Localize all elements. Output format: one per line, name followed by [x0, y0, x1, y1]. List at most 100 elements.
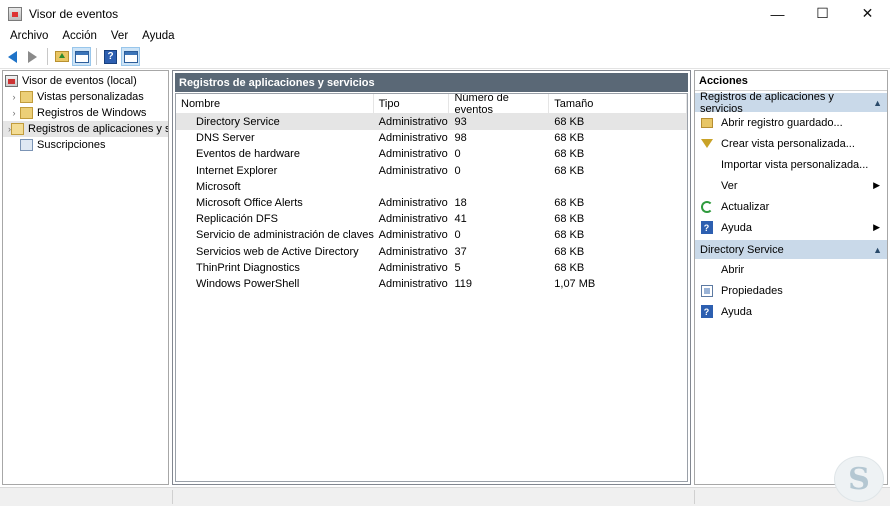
table-row[interactable]: Microsoft	[176, 179, 687, 195]
cell-tipo: Administrativo	[378, 245, 448, 258]
table-row[interactable]: Servicio de administración de claves Admi…	[176, 227, 687, 243]
menu-ver[interactable]: Ver	[104, 30, 135, 42]
table-row[interactable]: Microsoft Office Alerts Administrativo 18 6…	[176, 195, 687, 211]
submenu-arrow-icon: ▶	[873, 222, 880, 232]
section-label: Directory Service	[700, 243, 784, 256]
cell-nombre: Windows PowerShell	[196, 277, 300, 290]
menu-ayuda[interactable]: Ayuda	[135, 30, 181, 42]
help-icon-glyph: ?	[700, 221, 713, 234]
actions-section-registros[interactable]: Registros de aplicaciones y servicios ▲	[695, 91, 887, 115]
back-button[interactable]	[3, 47, 22, 66]
title-bar: Visor de eventos — ☐ ✕	[0, 0, 890, 27]
cell-nombre: Microsoft Office Alerts	[196, 197, 303, 210]
table-row[interactable]: Eventos de hardware Administrativo 0 68 KB	[176, 146, 687, 162]
help-icon: ?	[700, 305, 713, 318]
action-item-label: Ayuda	[721, 305, 752, 318]
cell-tipo: Administrativo	[378, 148, 448, 161]
maximize-button[interactable]: ☐	[800, 0, 845, 27]
actions-section-registros-items: Abrir registro guardado... Crear vista pe…	[695, 112, 887, 238]
icon-placeholder	[700, 158, 713, 171]
menu-accion[interactable]: Acción	[55, 30, 104, 42]
cell-nombre: Replicación DFS	[196, 213, 278, 226]
action-item-label: Abrir registro guardado...	[721, 116, 843, 129]
cell-tamano: 68 KB	[554, 164, 585, 177]
collapse-arrow-icon[interactable]: ▲	[873, 245, 882, 255]
table-row[interactable]: DNS Server Administrativo 98 68 KB	[176, 130, 687, 146]
action-item-importar-vista-personalizada[interactable]: Importar vista personalizada...	[695, 154, 887, 175]
table-row[interactable]: Internet Explorer Administrativo 0 68 KB	[176, 163, 687, 179]
action-item-actualizar[interactable]: Actualizar	[695, 196, 887, 217]
cell-nombre: Microsoft	[196, 180, 241, 193]
table-row[interactable]: Servicios web de Active Directory Adminis…	[176, 244, 687, 260]
column-tamano[interactable]: Tamaño	[549, 94, 687, 114]
cell-tipo: Administrativo	[378, 213, 448, 226]
cell-eventos: 98	[454, 132, 467, 145]
action-item-abrir[interactable]: Abrir	[695, 259, 887, 280]
cell-eventos: 0	[454, 229, 461, 242]
event-viewer-app-icon	[8, 6, 22, 21]
column-numero-eventos[interactable]: Número de eventos	[449, 94, 550, 116]
tree-item-registros-windows[interactable]: › Registros de Windows	[3, 105, 168, 121]
action-item-label: Actualizar	[721, 200, 770, 213]
cell-nombre: ThinPrint Diagnostics	[196, 261, 300, 274]
back-arrow-icon	[8, 50, 17, 63]
action-item-abrir-registro-guardado[interactable]: Abrir registro guardado...	[695, 112, 887, 133]
cell-eventos: 5	[454, 261, 461, 274]
action-item-crear-vista-personalizada[interactable]: Crear vista personalizada...	[695, 133, 887, 154]
tree-root[interactable]: Visor de eventos (local)	[3, 73, 168, 89]
collapse-arrow-icon[interactable]: ▲	[873, 98, 882, 108]
cell-nombre: Servicios web de Active Directory	[196, 245, 359, 258]
actions-section-directory-service[interactable]: Directory Service ▲	[695, 240, 887, 259]
action-item-propiedades[interactable]: Propiedades	[695, 280, 887, 301]
column-tipo[interactable]: Tipo	[374, 94, 450, 114]
cell-tamano: 1,07 MB	[554, 277, 596, 290]
subscriptions-icon	[20, 139, 33, 151]
close-button[interactable]: ✕	[845, 0, 890, 27]
action-item-label: Ver	[721, 179, 738, 192]
tree-item-label: Registros de Windows	[37, 107, 147, 119]
forward-button[interactable]	[23, 47, 42, 66]
column-nombre[interactable]: Nombre	[176, 94, 374, 114]
properties-icon-glyph	[700, 284, 713, 297]
table-row[interactable]: ThinPrint Diagnostics Administrativo 5 68 K…	[176, 260, 687, 276]
results-pane: Registros de aplicaciones y servicios No…	[172, 70, 691, 485]
folder-up-icon	[54, 51, 69, 62]
chevron-right-icon[interactable]: ›	[8, 92, 20, 102]
table-row[interactable]: Windows PowerShell Administrativo 119 1,07 …	[176, 276, 687, 292]
show-console-tree-button[interactable]	[72, 47, 91, 66]
tree-item-registros-aplicaciones[interactable]: › Registros de aplicaciones y s	[3, 121, 168, 137]
table-row[interactable]: Replicación DFS Administrativo 41 68 KB	[176, 211, 687, 227]
icon-placeholder	[700, 179, 713, 192]
refresh-icon	[700, 200, 713, 213]
show-action-pane-button[interactable]	[121, 47, 140, 66]
tree-root-label: Visor de eventos (local)	[22, 75, 137, 87]
status-divider	[694, 490, 695, 504]
cell-tipo: Administrativo	[378, 277, 448, 290]
cell-nombre: Internet Explorer	[196, 164, 278, 177]
open-folder-icon	[11, 123, 24, 135]
action-item-ayuda[interactable]: ? Ayuda ▶	[695, 217, 887, 238]
menu-archivo[interactable]: Archivo	[3, 30, 55, 42]
cell-eventos: 0	[454, 164, 461, 177]
event-viewer-icon	[5, 75, 18, 87]
tree-item-vistas-personalizadas[interactable]: › Vistas personalizadas	[3, 89, 168, 105]
custom-views-folder-icon	[20, 91, 33, 103]
cell-nombre: Directory Service	[196, 116, 280, 129]
console-tree-icon	[74, 50, 89, 63]
cell-tamano: 68 KB	[554, 213, 585, 226]
status-divider	[172, 490, 173, 504]
action-item-ver[interactable]: Ver ▶	[695, 175, 887, 196]
chevron-right-icon[interactable]: ›	[8, 108, 20, 118]
up-level-button[interactable]	[52, 47, 71, 66]
actions-section-directory-service-items: Abrir Propiedades? Ayuda	[695, 259, 887, 322]
cell-nombre: Servicio de administración de claves	[196, 229, 374, 242]
actions-title: Acciones	[695, 72, 887, 91]
toolbar-separator	[47, 48, 48, 65]
tree-item-suscripciones[interactable]: › Suscripciones	[3, 137, 168, 153]
table-row[interactable]: Directory Service Administrativo 93 68 KB	[176, 114, 687, 131]
cell-tamano: 68 KB	[554, 132, 585, 145]
minimize-button[interactable]: —	[755, 0, 800, 27]
cell-tamano: 68 KB	[554, 148, 585, 161]
action-item-ayuda[interactable]: ? Ayuda	[695, 301, 887, 322]
help-button[interactable]: ?	[101, 47, 120, 66]
